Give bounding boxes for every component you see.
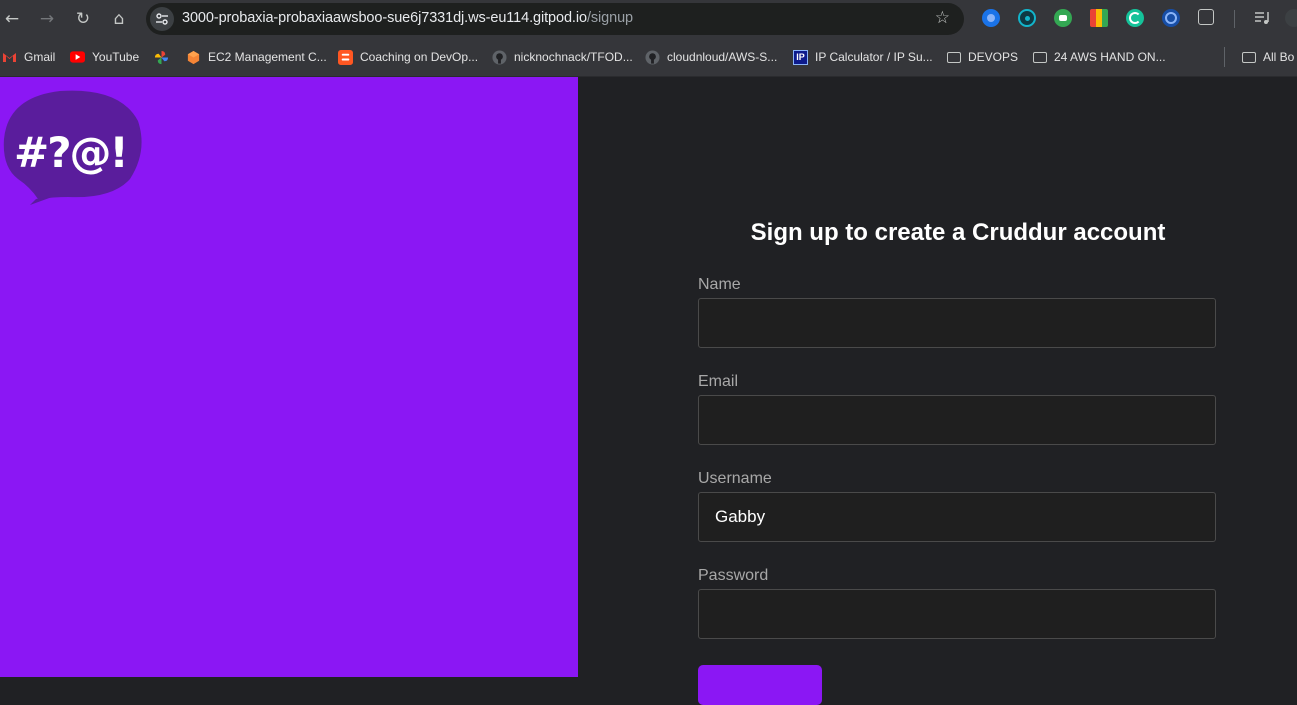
- home-button[interactable]: ⌂: [107, 7, 131, 31]
- name-label: Name: [698, 276, 741, 293]
- bookmark-label: nicknochnack/TFOD...: [514, 50, 633, 64]
- bookmark-label: Gmail: [24, 50, 56, 64]
- bookmark-github-tfod[interactable]: nicknochnack/TFOD...: [492, 47, 633, 67]
- username-input[interactable]: [698, 492, 1216, 542]
- photos-icon: [154, 50, 169, 65]
- bookmark-label: cloudnloud/AWS-S...: [667, 50, 778, 64]
- extension-robot-icon[interactable]: [1054, 9, 1072, 27]
- address-bar[interactable]: 3000-probaxia-probaxiaawsboo-sue6j7331dj…: [146, 3, 964, 35]
- bookmark-label: 24 AWS HAND ON...: [1054, 50, 1166, 64]
- bookmark-label: DEVOPS: [968, 50, 1019, 64]
- bookmark-label: IP Calculator / IP Su...: [815, 50, 933, 64]
- back-button[interactable]: ←: [0, 7, 24, 31]
- extension-eye-icon[interactable]: [1018, 9, 1036, 27]
- site-info-button[interactable]: [150, 7, 174, 31]
- forward-button[interactable]: →: [35, 7, 59, 31]
- reload-icon: ↻: [75, 9, 91, 29]
- folder-icon: [1241, 50, 1256, 65]
- profile-avatar-icon[interactable]: [1285, 9, 1297, 27]
- password-input[interactable]: [698, 589, 1216, 639]
- blogger-icon: [338, 49, 353, 65]
- url-host: 3000-probaxia-probaxiaawsboo-sue6j7331dj…: [182, 10, 587, 26]
- bookmark-github-aws[interactable]: cloudnloud/AWS-S...: [645, 47, 777, 67]
- bookmark-folder-all[interactable]: All Bo: [1241, 47, 1294, 67]
- bookmark-youtube[interactable]: YouTube: [70, 47, 139, 67]
- youtube-icon: [70, 50, 85, 65]
- bookmarks-bar: Gmail YouTube EC2 Management C... Coachi…: [0, 38, 1297, 77]
- reading-list-icon[interactable]: [1253, 9, 1271, 27]
- bookmark-blogger[interactable]: Coaching on DevOp...: [338, 47, 478, 67]
- extension-blue-circle-icon[interactable]: [982, 9, 1000, 27]
- bookmark-star-icon[interactable]: ☆: [935, 8, 950, 28]
- email-label: Email: [698, 373, 739, 390]
- bookmark-ec2[interactable]: EC2 Management C...: [186, 47, 327, 67]
- svg-text:#?@!: #?@!: [14, 128, 127, 177]
- bookmark-folder-aws-hands-on[interactable]: 24 AWS HAND ON...: [1032, 47, 1166, 67]
- browser-toolbar: ← → ↻ ⌂ 3000-probaxia-probaxiaawsboo-sue…: [0, 0, 1297, 38]
- folder-icon: [946, 50, 961, 65]
- bookmark-ip-calculator[interactable]: IP IP Calculator / IP Su...: [793, 47, 933, 67]
- gmail-icon: [2, 50, 17, 65]
- bookmark-label: All Bo: [1263, 50, 1295, 64]
- email-input[interactable]: [698, 395, 1216, 445]
- folder-icon: [1032, 50, 1047, 65]
- name-input[interactable]: [698, 298, 1216, 348]
- extensions-puzzle-icon[interactable]: [1198, 9, 1214, 25]
- brand-panel: #?@!: [0, 77, 578, 677]
- bookmark-folder-devops[interactable]: DEVOPS: [946, 47, 1018, 67]
- reload-button[interactable]: ↻: [71, 7, 95, 31]
- url-path: /signup: [586, 10, 634, 26]
- password-label: Password: [698, 567, 769, 584]
- signup-panel: Sign up to create a Cruddur account Name…: [578, 77, 1297, 705]
- username-label: Username: [698, 470, 772, 487]
- home-icon: ⌂: [113, 9, 125, 29]
- signup-title: Sign up to create a Cruddur account: [750, 219, 1166, 246]
- tune-icon: [156, 13, 168, 25]
- queue-music-icon: [1255, 12, 1269, 24]
- bookmark-label: YouTube: [92, 50, 140, 64]
- toolbar-divider: [1234, 10, 1235, 28]
- ip-badge-text: IP: [796, 52, 805, 62]
- bookmark-label: EC2 Management C...: [208, 50, 327, 64]
- extension-grid-icon[interactable]: [1090, 9, 1108, 27]
- bookmarks-divider: [1224, 47, 1225, 67]
- forward-arrow-icon: →: [39, 9, 55, 29]
- cruddur-logo: #?@!: [3, 90, 142, 205]
- signup-submit-button[interactable]: [698, 665, 822, 705]
- bookmark-photos[interactable]: [154, 47, 176, 67]
- bookmark-label: Coaching on DevOp...: [360, 50, 479, 64]
- bookmark-gmail[interactable]: Gmail: [2, 47, 55, 67]
- url-text[interactable]: 3000-probaxia-probaxiaawsboo-sue6j7331dj…: [182, 10, 633, 26]
- ip-icon: IP: [793, 49, 808, 65]
- extension-target-icon[interactable]: [1162, 9, 1180, 27]
- back-arrow-icon: ←: [4, 9, 20, 29]
- aws-icon: [186, 50, 201, 65]
- github-icon: [645, 49, 660, 65]
- github-icon: [492, 49, 507, 65]
- grammarly-icon[interactable]: [1126, 9, 1144, 27]
